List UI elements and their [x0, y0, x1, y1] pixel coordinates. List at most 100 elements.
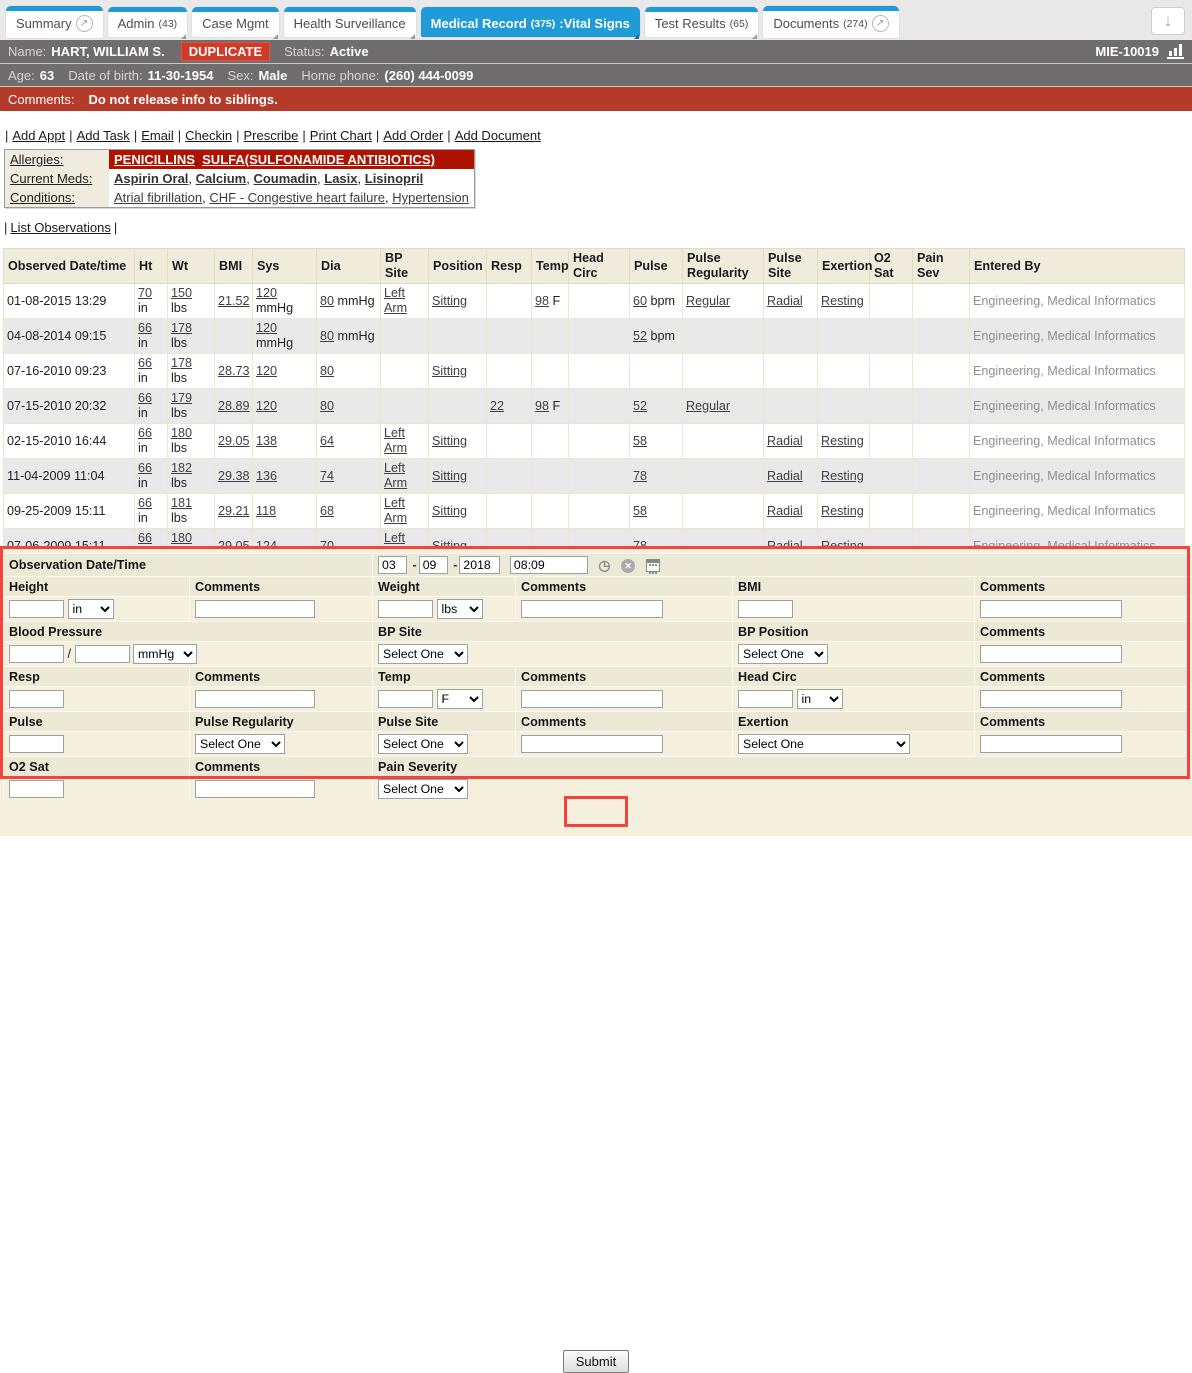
ht-link[interactable]: 66: [138, 426, 152, 440]
height-unit-select[interactable]: in: [68, 599, 114, 619]
sys-link[interactable]: 136: [256, 469, 277, 483]
tab-summary[interactable]: Summary↗: [6, 6, 103, 38]
pulse-comments-input[interactable]: [521, 735, 663, 753]
dia-link[interactable]: 80: [320, 294, 334, 308]
position-link[interactable]: Sitting: [432, 504, 467, 518]
bp_site-link[interactable]: Left Arm: [384, 496, 407, 525]
sys-link[interactable]: 138: [256, 434, 277, 448]
position-link[interactable]: Sitting: [432, 434, 467, 448]
exertion-link[interactable]: Resting: [821, 434, 864, 448]
date-month-input[interactable]: [378, 556, 407, 574]
pulse-link[interactable]: 60: [633, 294, 647, 308]
pulse-link[interactable]: 58: [633, 504, 647, 518]
o2-sat-input[interactable]: [9, 780, 64, 798]
exertion-link[interactable]: Resting: [821, 294, 864, 308]
dia-link[interactable]: 80: [320, 364, 334, 378]
pulse-link[interactable]: 78: [633, 469, 647, 483]
allergy-link-sulfa-sulfonamide-antibiotics[interactable]: SULFA(SULFONAMIDE ANTIBIOTICS): [202, 152, 435, 167]
exertion-link[interactable]: Resting: [821, 469, 864, 483]
quick-link-add-document[interactable]: Add Document: [455, 128, 541, 143]
pulse_site-link[interactable]: Radial: [767, 469, 803, 483]
ht-link[interactable]: 66: [138, 531, 152, 545]
temp-link[interactable]: 98: [535, 399, 549, 413]
temp-link[interactable]: 98: [535, 294, 549, 308]
head-circ-input[interactable]: [738, 690, 793, 708]
dia-link[interactable]: 80: [320, 399, 334, 413]
tab-health-surveillance[interactable]: Health Surveillance: [284, 7, 416, 37]
bp-site-select[interactable]: Select One: [378, 644, 468, 664]
med-link-aspirin-oral[interactable]: Aspirin Oral: [114, 171, 188, 186]
sys-link[interactable]: 120: [256, 399, 277, 413]
med-link-coumadin[interactable]: Coumadin: [253, 171, 317, 186]
weight-comments-input[interactable]: [521, 600, 663, 618]
pulse-site-select[interactable]: Select One: [378, 734, 468, 754]
quick-link-checkin[interactable]: Checkin: [185, 128, 232, 143]
date-year-input[interactable]: [459, 556, 500, 574]
bmi-link[interactable]: 28.89: [218, 399, 250, 413]
wt-link[interactable]: 179: [171, 391, 192, 405]
wt-link[interactable]: 180: [171, 531, 192, 545]
bp_site-link[interactable]: Left Arm: [384, 426, 407, 455]
allergy-link-penicillins[interactable]: PENICILLINS: [114, 152, 195, 167]
sys-link[interactable]: 120: [256, 364, 277, 378]
pulse-input[interactable]: [9, 735, 64, 753]
open-new-window-icon[interactable]: ↗: [76, 15, 93, 32]
pulse_site-link[interactable]: Radial: [767, 294, 803, 308]
bp_site-link[interactable]: Left Arm: [384, 461, 407, 490]
quick-link-email[interactable]: Email: [141, 128, 174, 143]
quick-link-prescribe[interactable]: Prescribe: [243, 128, 298, 143]
wt-link[interactable]: 181: [171, 496, 192, 510]
resp-input[interactable]: [9, 690, 64, 708]
height-input[interactable]: [9, 600, 64, 618]
temp-input[interactable]: [378, 690, 433, 708]
pain-severity-select[interactable]: Select One: [378, 779, 468, 799]
quick-link-print-chart[interactable]: Print Chart: [310, 128, 372, 143]
ht-link[interactable]: 66: [138, 321, 152, 335]
dia-link[interactable]: 68: [320, 504, 334, 518]
pulse_site-link[interactable]: Radial: [767, 434, 803, 448]
bp-comments-input[interactable]: [980, 645, 1122, 663]
wt-link[interactable]: 180: [171, 426, 192, 440]
pulldown-button[interactable]: ↓: [1151, 7, 1185, 35]
quick-link-add-order[interactable]: Add Order: [383, 128, 443, 143]
bmi-link[interactable]: 29.38: [218, 469, 250, 483]
exertion-link[interactable]: Resting: [821, 504, 864, 518]
tab-test-results[interactable]: Test Results(65): [645, 7, 759, 37]
o2-comments-input[interactable]: [195, 780, 315, 798]
allergies-label-link[interactable]: Allergies:: [10, 152, 63, 167]
position-link[interactable]: Sitting: [432, 469, 467, 483]
resp-comments-input[interactable]: [195, 690, 315, 708]
conditions-label-link[interactable]: Conditions:: [10, 190, 75, 205]
temp-comments-input[interactable]: [521, 690, 663, 708]
sys-link[interactable]: 120: [256, 321, 277, 335]
quick-link-add-task[interactable]: Add Task: [77, 128, 130, 143]
tab-admin[interactable]: Admin(43): [108, 7, 188, 37]
ht-link[interactable]: 70: [138, 286, 152, 300]
bmi-link[interactable]: 29.21: [218, 504, 250, 518]
current-meds-label-link[interactable]: Current Meds:: [10, 171, 92, 186]
resp-link[interactable]: 22: [490, 399, 504, 413]
pulse_site-link[interactable]: Radial: [767, 504, 803, 518]
wt-link[interactable]: 178: [171, 356, 192, 370]
pulse_reg-link[interactable]: Regular: [686, 399, 730, 413]
bp-unit-select[interactable]: mmHg: [133, 644, 197, 664]
bmi-link[interactable]: 21.52: [218, 294, 250, 308]
clear-date-icon[interactable]: ✕: [621, 559, 635, 573]
flowsheet-chart-icon[interactable]: [1167, 44, 1184, 59]
date-day-input[interactable]: [419, 556, 448, 574]
sys-link[interactable]: 120: [256, 286, 277, 300]
ht-link[interactable]: 66: [138, 356, 152, 370]
pulse-link[interactable]: 52: [633, 329, 647, 343]
calendar-icon[interactable]: [646, 559, 660, 572]
ht-link[interactable]: 66: [138, 461, 152, 475]
pulse_reg-link[interactable]: Regular: [686, 294, 730, 308]
med-link-lasix[interactable]: Lasix: [324, 171, 357, 186]
bp-systolic-input[interactable]: [9, 645, 64, 663]
duplicate-badge[interactable]: DUPLICATE: [181, 42, 270, 61]
med-link-calcium[interactable]: Calcium: [196, 171, 247, 186]
weight-unit-select[interactable]: lbs: [437, 599, 483, 619]
dia-link[interactable]: 80: [320, 329, 334, 343]
bp-position-select[interactable]: Select One: [738, 644, 828, 664]
submit-button[interactable]: Submit: [563, 1350, 629, 1373]
wt-link[interactable]: 178: [171, 321, 192, 335]
